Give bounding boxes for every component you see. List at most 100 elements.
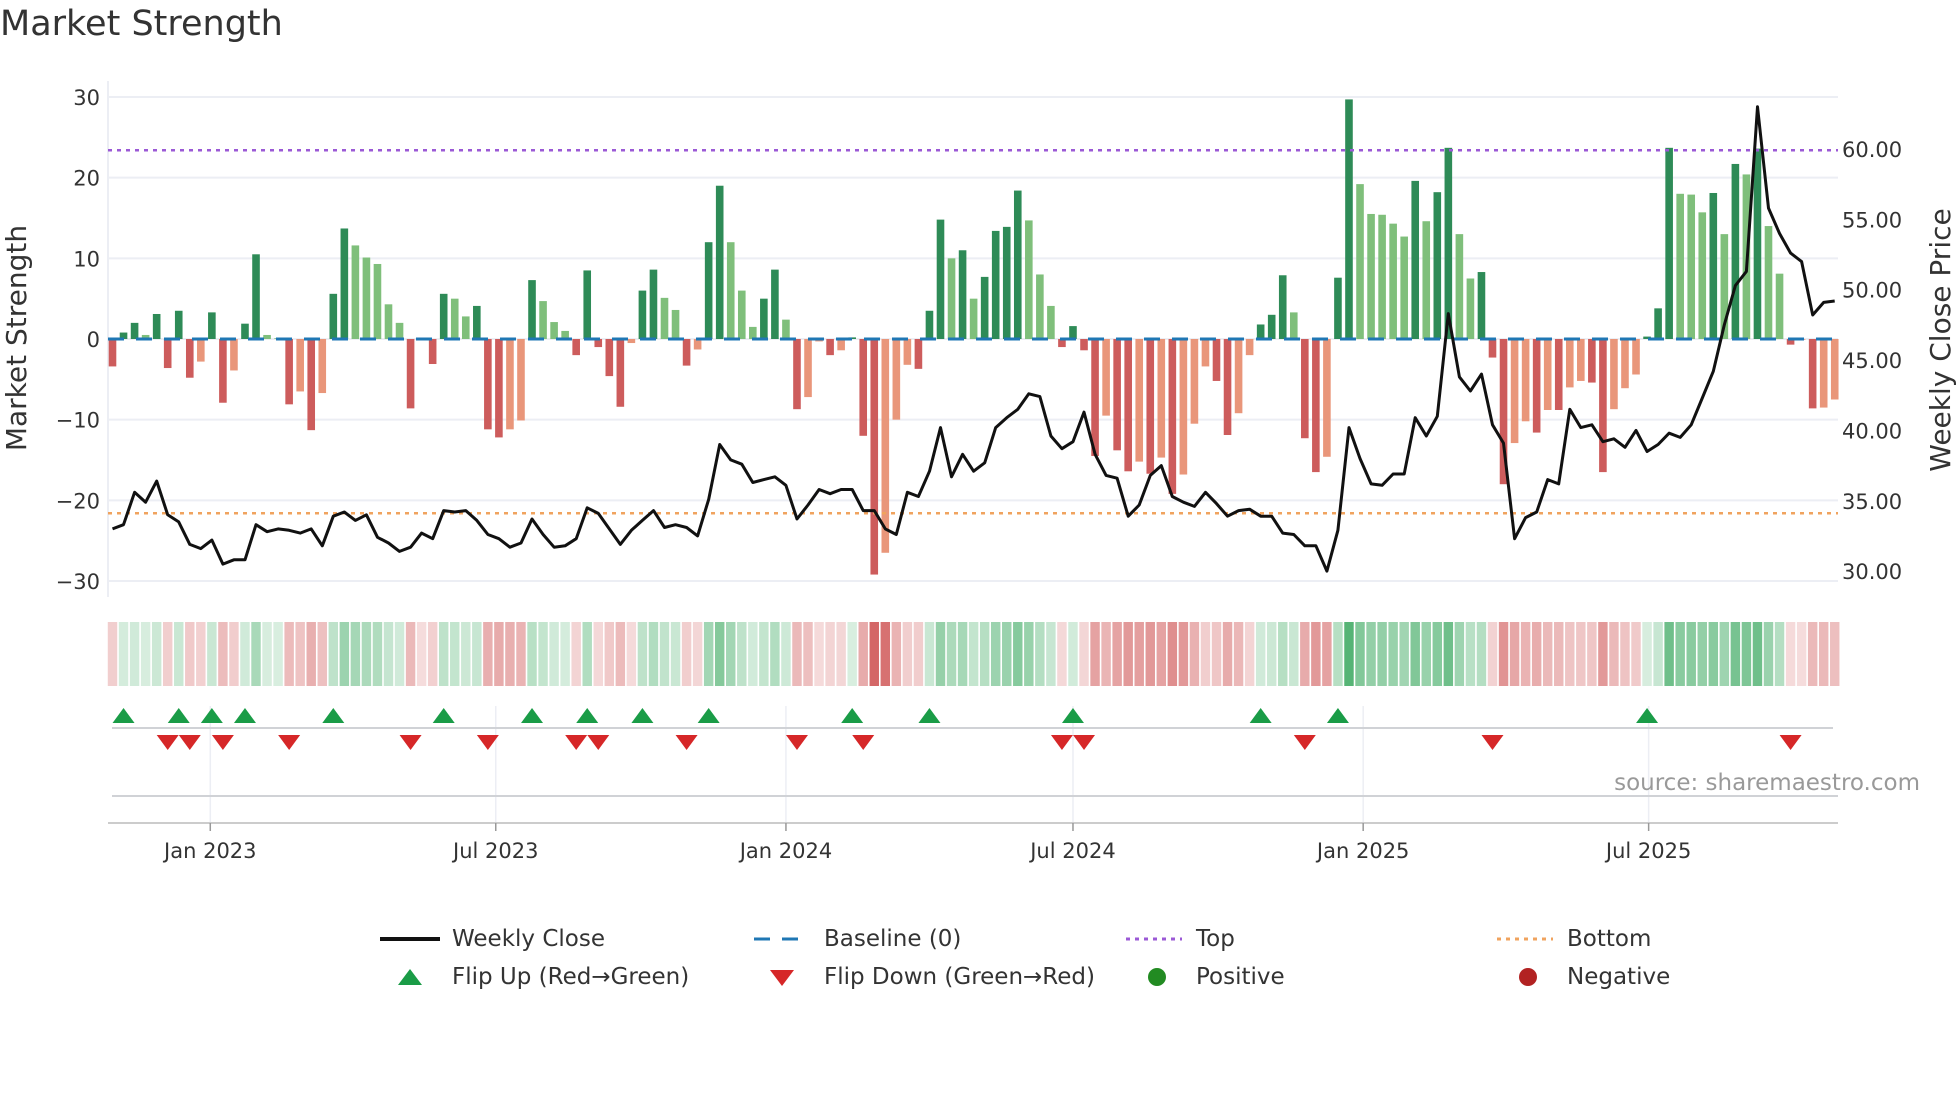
heat-cell bbox=[1035, 622, 1045, 686]
strength-bar bbox=[1731, 163, 1740, 339]
strength-bar bbox=[1455, 234, 1464, 339]
y2-tick-label: 50.00 bbox=[1842, 279, 1902, 303]
axes: −30 −20 −10 0 10 20 30 30.00 35.00 40.00 45.00 50.0… bbox=[56, 86, 1902, 863]
flip-down-marker bbox=[211, 735, 234, 750]
strength-bar bbox=[947, 258, 956, 339]
strength-bar bbox=[660, 297, 669, 339]
flip-up-marker bbox=[200, 708, 223, 723]
strength-bar bbox=[163, 339, 172, 369]
strength-bar bbox=[1709, 192, 1718, 339]
flip-down-marker bbox=[587, 735, 610, 750]
y2-tick-label: 35.00 bbox=[1842, 490, 1902, 514]
heat-cell bbox=[1079, 622, 1089, 686]
strength-bar bbox=[991, 230, 1000, 339]
heat-cell bbox=[1046, 622, 1056, 686]
strength-bar bbox=[1389, 223, 1397, 339]
strength-bar bbox=[771, 269, 779, 339]
strength-bar bbox=[627, 339, 636, 344]
heat-cell bbox=[284, 622, 294, 686]
heat-cell bbox=[626, 622, 637, 686]
strength-bar bbox=[373, 263, 382, 339]
strength-bar bbox=[1466, 278, 1475, 339]
heat-cell bbox=[659, 622, 670, 686]
strength-bar bbox=[1764, 226, 1773, 339]
strength-bar bbox=[1521, 339, 1530, 422]
heat-cell bbox=[372, 622, 383, 686]
heat-cell bbox=[670, 622, 681, 686]
heat-cell bbox=[1002, 622, 1012, 686]
strength-bar bbox=[428, 339, 437, 365]
y-tick-label: −30 bbox=[56, 570, 100, 594]
strength-bar bbox=[914, 339, 923, 369]
flip-up-marker bbox=[1249, 708, 1272, 723]
strength-bar bbox=[1312, 339, 1320, 473]
heat-cell bbox=[737, 622, 747, 686]
strength-bar bbox=[362, 257, 371, 339]
heat-cell bbox=[891, 622, 902, 686]
strength-bar bbox=[715, 185, 724, 339]
heat-cell bbox=[185, 622, 195, 686]
heat-cell bbox=[427, 622, 438, 686]
strength-bar bbox=[1278, 275, 1287, 339]
flip-down-marker bbox=[1481, 735, 1504, 750]
heat-cell bbox=[1421, 622, 1431, 686]
strength-bar bbox=[1488, 339, 1497, 358]
heat-cell bbox=[1101, 622, 1111, 686]
x-tick-label: Jul 2023 bbox=[451, 839, 538, 863]
heat-cell bbox=[1289, 622, 1299, 686]
flip-up-marker bbox=[631, 708, 654, 723]
heat-cell bbox=[273, 622, 283, 686]
strength-bar bbox=[473, 305, 481, 339]
heat-cell bbox=[1432, 622, 1443, 686]
strength-bar bbox=[450, 298, 459, 339]
strength-bar bbox=[1168, 339, 1177, 494]
strength-bar bbox=[881, 339, 890, 553]
heat-cell bbox=[405, 622, 416, 686]
heat-cell bbox=[196, 622, 206, 686]
strength-bar bbox=[1554, 339, 1563, 410]
heat-cell bbox=[317, 622, 327, 686]
heat-cell bbox=[759, 622, 769, 686]
strength-bar bbox=[1621, 339, 1629, 389]
strength-bar bbox=[616, 339, 625, 407]
heat-cell bbox=[726, 622, 736, 686]
strength-bar bbox=[329, 293, 338, 339]
strength-bar bbox=[1444, 147, 1453, 339]
heat-cell bbox=[1068, 622, 1078, 686]
y2-tick-label: 30.00 bbox=[1842, 560, 1902, 584]
heat-cell bbox=[1785, 622, 1796, 686]
heat-cell bbox=[1807, 622, 1818, 686]
heat-cell bbox=[1388, 622, 1398, 686]
flip-up-marker bbox=[432, 708, 455, 723]
heat-cell bbox=[207, 622, 217, 686]
strength-bar bbox=[1190, 339, 1199, 424]
heat-cell bbox=[240, 622, 250, 686]
heat-cell bbox=[483, 622, 493, 686]
strength-bar bbox=[550, 322, 558, 339]
strength-bar bbox=[1234, 339, 1243, 414]
strength-bar bbox=[1146, 339, 1155, 474]
flip-up-marker bbox=[576, 708, 599, 723]
heat-cell bbox=[1465, 622, 1476, 686]
strength-bar bbox=[671, 309, 680, 339]
strength-bar bbox=[384, 304, 393, 339]
strength-bar bbox=[1256, 324, 1265, 339]
strength-bar bbox=[539, 301, 547, 339]
heat-cell bbox=[1741, 622, 1752, 686]
heat-cell bbox=[1587, 622, 1597, 686]
heat-cell bbox=[1178, 622, 1189, 686]
strength-bar bbox=[263, 334, 271, 339]
flip-down-marker bbox=[1073, 735, 1096, 750]
strength-bar bbox=[252, 254, 260, 339]
strength-bar bbox=[1808, 339, 1817, 409]
y-tick-label: 0 bbox=[87, 328, 100, 352]
strength-bar bbox=[130, 322, 139, 339]
heat-cell bbox=[1520, 622, 1531, 686]
strength-bar bbox=[296, 339, 304, 392]
strength-bar bbox=[958, 250, 967, 339]
heat-cell bbox=[229, 622, 239, 686]
flip-up-marker bbox=[521, 708, 544, 723]
heat-cell bbox=[1830, 622, 1840, 686]
strength-bar bbox=[461, 316, 470, 339]
strength-bar bbox=[340, 228, 349, 339]
